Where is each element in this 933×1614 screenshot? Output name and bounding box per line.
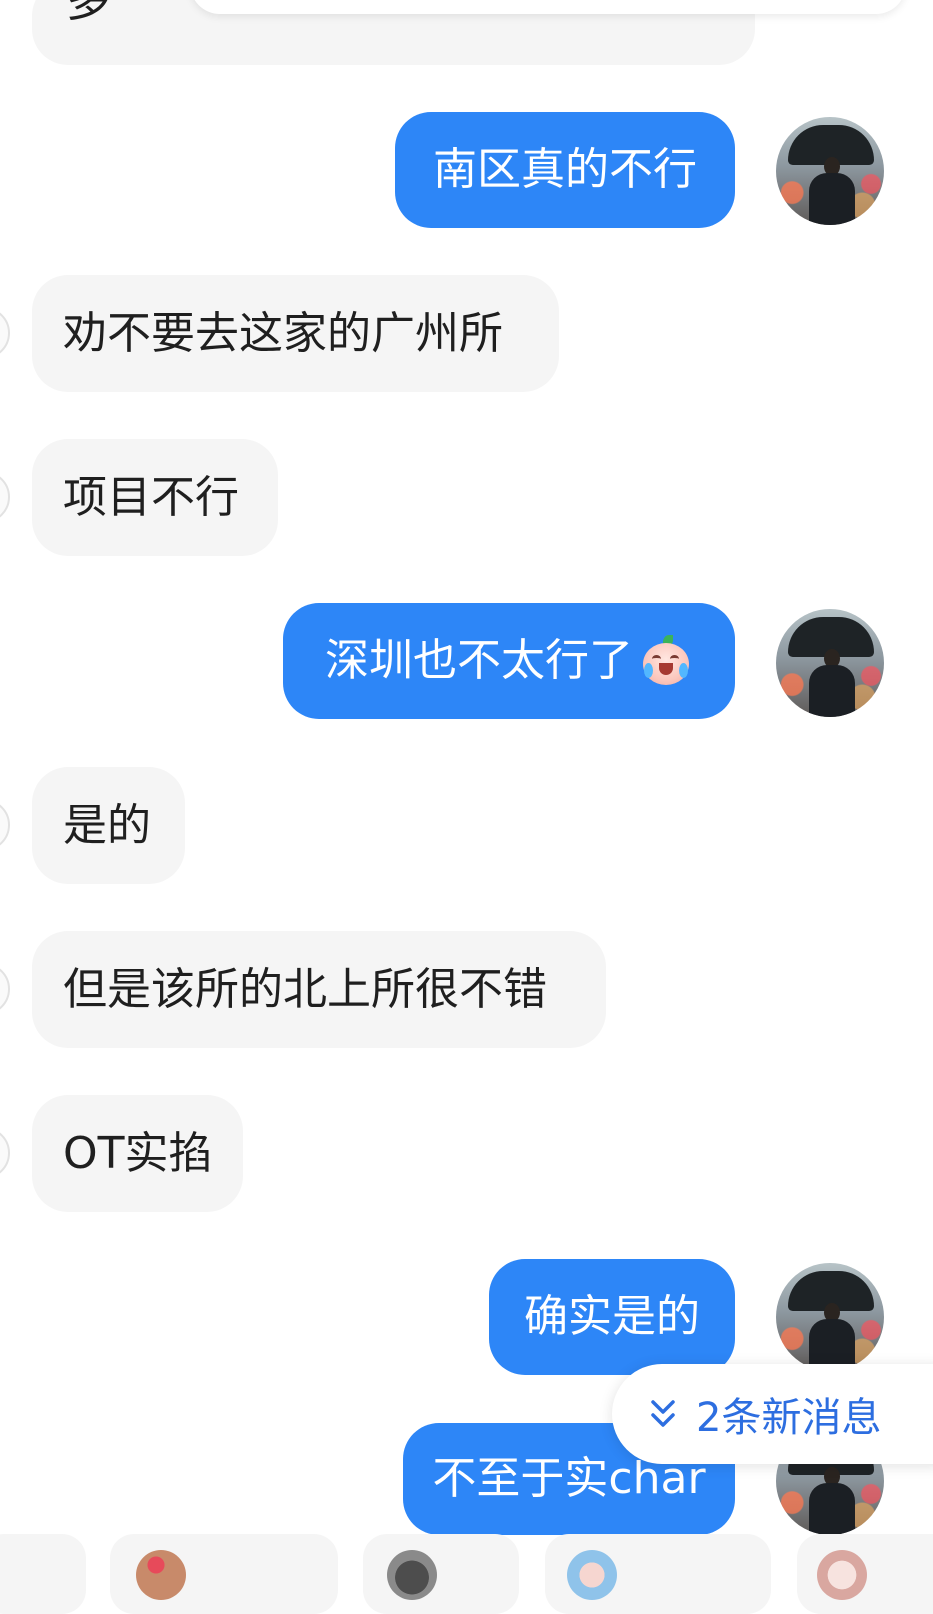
peer-avatar[interactable] bbox=[0, 963, 10, 1015]
quick-chip[interactable] bbox=[110, 1534, 338, 1614]
sticker-thumbnail-icon bbox=[567, 1550, 617, 1600]
top-bar-edge bbox=[190, 0, 906, 14]
quick-chip[interactable] bbox=[545, 1534, 771, 1614]
incoming-message-bubble[interactable]: 项目不行 bbox=[32, 439, 278, 556]
outgoing-message-bubble[interactable]: 确实是的 bbox=[489, 1259, 735, 1375]
quick-chip-row bbox=[0, 1534, 933, 1614]
message-text: 深圳也不太行了 bbox=[325, 635, 633, 686]
incoming-message-bubble[interactable]: 但是该所的北上所很不错 bbox=[32, 931, 606, 1048]
quick-chip[interactable] bbox=[0, 1534, 86, 1614]
figure-body bbox=[809, 665, 855, 717]
figure-body bbox=[809, 1483, 855, 1535]
figure-body bbox=[809, 173, 855, 225]
my-avatar[interactable] bbox=[776, 117, 884, 225]
peer-avatar[interactable] bbox=[0, 1127, 10, 1179]
cat-sticker-icon bbox=[387, 1550, 437, 1600]
new-messages-button[interactable]: 2条新消息 bbox=[612, 1364, 933, 1464]
sticker-thumbnail-icon bbox=[136, 1550, 186, 1600]
my-avatar[interactable] bbox=[776, 1263, 884, 1371]
peer-avatar[interactable] bbox=[0, 307, 10, 359]
peer-avatar[interactable] bbox=[0, 471, 10, 523]
quick-chip[interactable] bbox=[797, 1534, 933, 1614]
my-avatar[interactable] bbox=[776, 609, 884, 717]
message-text: 项目不行 bbox=[63, 471, 239, 523]
crying-laughing-peach-emoji-icon bbox=[637, 633, 693, 689]
outgoing-message-bubble[interactable]: 南区真的不行 bbox=[395, 112, 735, 228]
outgoing-message-bubble[interactable]: 深圳也不太行了 bbox=[283, 603, 735, 719]
message-text: 南区真的不行 bbox=[433, 144, 697, 195]
message-text: 是的 bbox=[63, 799, 151, 851]
message-text: 劝不要去这家的广州所 bbox=[63, 307, 503, 359]
peer-avatar[interactable] bbox=[0, 799, 10, 851]
message-text: 但是该所的北上所很不错 bbox=[63, 963, 547, 1015]
incoming-message-bubble[interactable]: OT实掐 bbox=[32, 1095, 243, 1212]
new-messages-label: 2条新消息 bbox=[696, 1395, 882, 1441]
message-text: 确实是的 bbox=[524, 1291, 700, 1342]
message-text: OT实掐 bbox=[63, 1127, 213, 1179]
incoming-message-bubble[interactable]: 是的 bbox=[32, 767, 185, 884]
incoming-message-bubble[interactable]: 劝不要去这家的广州所 bbox=[32, 275, 559, 392]
sticker-thumbnail-icon bbox=[817, 1550, 867, 1600]
partial-message-text: 多 bbox=[66, 0, 110, 27]
double-chevron-down-icon bbox=[651, 1400, 675, 1427]
quick-chip[interactable] bbox=[363, 1534, 519, 1614]
